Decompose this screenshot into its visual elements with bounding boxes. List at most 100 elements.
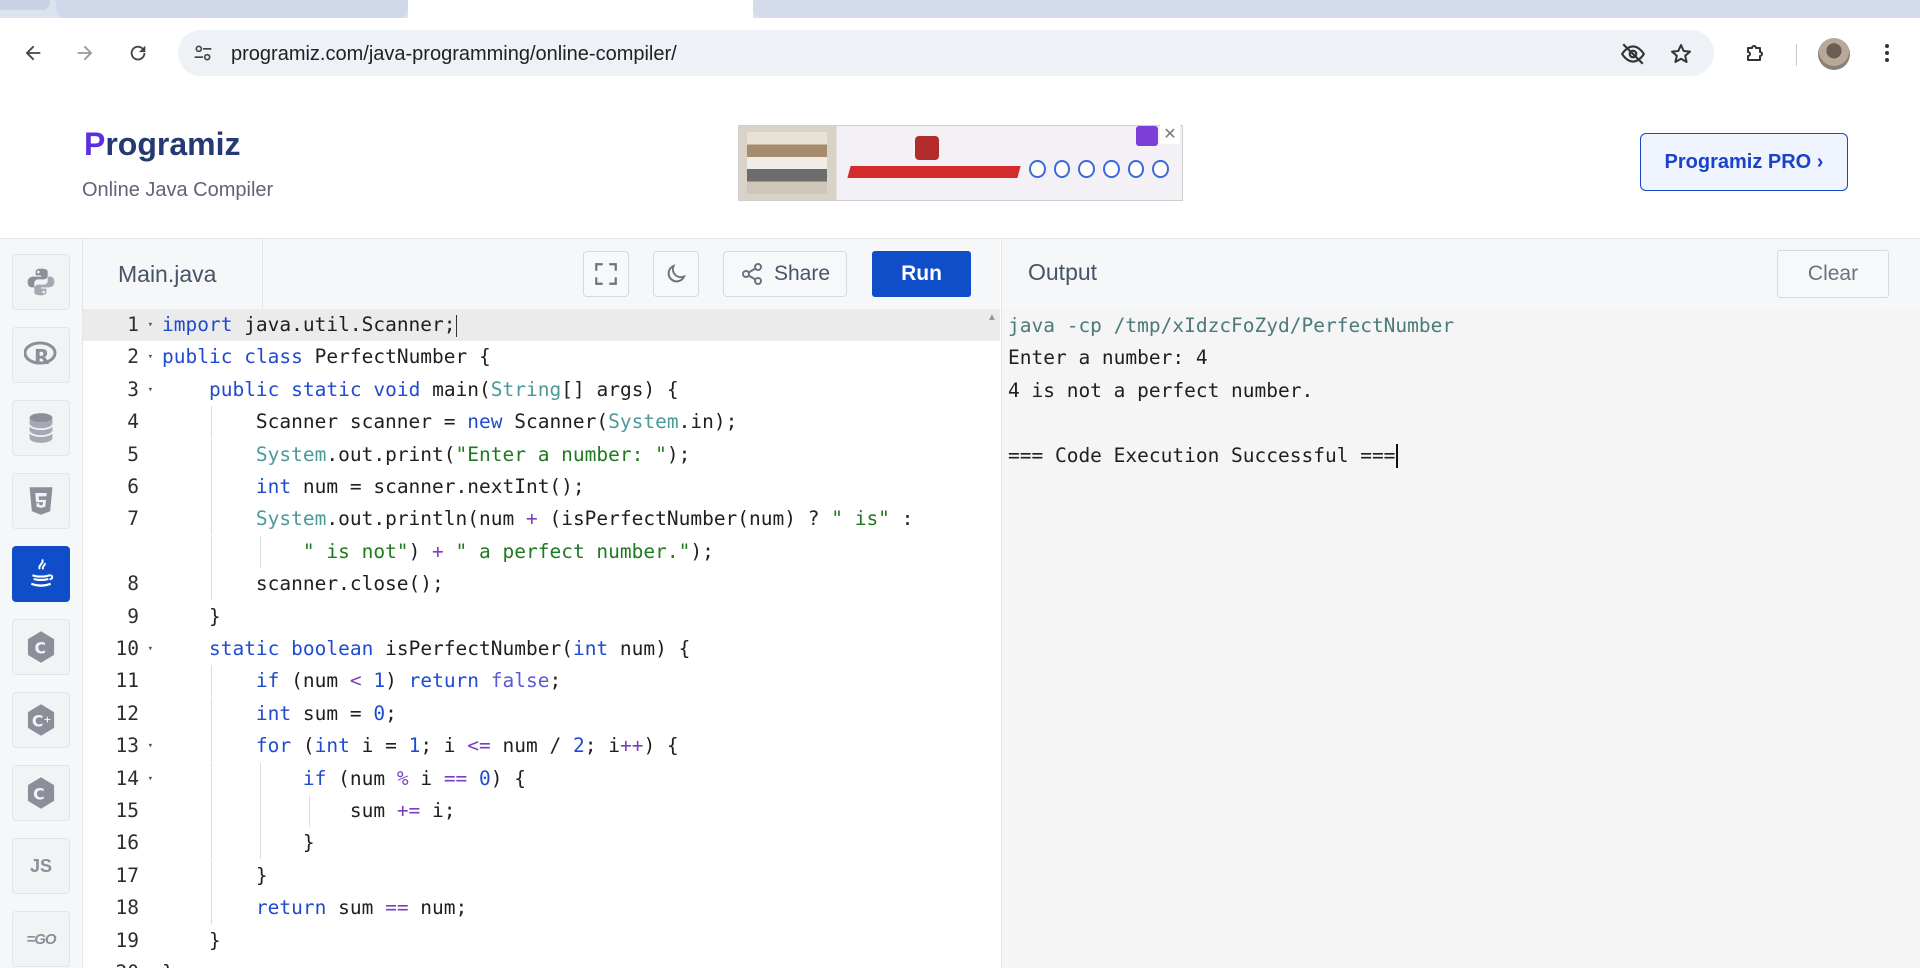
language-java[interactable]	[12, 546, 70, 602]
language-csharp[interactable]: C	[12, 765, 70, 821]
code-line[interactable]: 4 Scanner scanner = new Scanner(System.i…	[83, 406, 1000, 439]
bookmark-star-button[interactable]	[1668, 41, 1694, 67]
code-line[interactable]: 2 ▾ public class PerfectNumber {	[83, 341, 1000, 373]
programiz-logo[interactable]: Programiz	[84, 126, 240, 163]
browser-menu-button[interactable]	[1870, 36, 1904, 70]
reload-button[interactable]	[121, 36, 155, 70]
line-number[interactable]: 4	[83, 406, 159, 438]
code-text[interactable]: if (num < 1) return false;	[162, 665, 561, 697]
line-number[interactable]: 15	[83, 795, 159, 827]
address-bar[interactable]: programiz.com/java-programming/online-co…	[178, 30, 1714, 76]
line-number[interactable]: 13 ▾	[83, 730, 159, 762]
code-line[interactable]: 12 int sum = 0;	[83, 697, 1000, 730]
line-number[interactable]	[83, 536, 159, 568]
code-line[interactable]: 15 sum += i;	[83, 795, 1000, 827]
code-text[interactable]: Scanner scanner = new Scanner(System.in)…	[162, 406, 737, 438]
ad-close-icon[interactable]: ✕	[1160, 124, 1180, 144]
code-text[interactable]: public class PerfectNumber {	[162, 341, 491, 373]
share-button[interactable]: Share	[723, 251, 847, 297]
code-text[interactable]: return sum == num;	[162, 892, 467, 924]
code-line[interactable]: 14 ▾ if (num % i == 0) {	[83, 762, 1000, 795]
line-number[interactable]: 11	[83, 665, 159, 697]
site-info-icon[interactable]	[192, 43, 214, 63]
run-button[interactable]: Run	[872, 251, 971, 297]
code-line[interactable]: 9 }	[83, 601, 1000, 633]
language-sql[interactable]	[12, 400, 70, 456]
line-number[interactable]: 7	[83, 503, 159, 535]
code-line[interactable]: 19 }	[83, 925, 1000, 957]
line-number[interactable]: 2 ▾	[83, 341, 159, 373]
code-line[interactable]: 11 if (num < 1) return false;	[83, 665, 1000, 698]
line-number[interactable]: 18	[83, 892, 159, 924]
language-c[interactable]: C	[12, 619, 70, 675]
line-number[interactable]: 19	[83, 925, 159, 957]
code-text[interactable]: }	[162, 957, 174, 968]
fold-arrow-icon[interactable]: ▾	[148, 309, 153, 341]
language-cpp[interactable]: C +	[12, 692, 70, 748]
clear-button[interactable]: Clear	[1777, 250, 1889, 298]
code-text[interactable]: import java.util.Scanner;	[162, 309, 457, 341]
ad-choices-icon[interactable]	[1136, 126, 1158, 146]
programiz-pro-button[interactable]: Programiz PRO ›	[1640, 133, 1848, 191]
language-go[interactable]: =GO	[12, 911, 70, 967]
output-console[interactable]: java -cp /tmp/xIdzcFoZyd/PerfectNumber En…	[1001, 309, 1920, 968]
advertisement-banner[interactable]	[738, 125, 1183, 201]
fold-arrow-icon[interactable]: ▾	[148, 730, 153, 762]
extensions-button[interactable]	[1738, 36, 1772, 70]
code-line[interactable]: " is not") + " a perfect number.");	[83, 535, 1000, 568]
fold-arrow-icon[interactable]: ▾	[148, 763, 153, 795]
code-text[interactable]: scanner.close();	[162, 568, 444, 600]
url-text[interactable]: programiz.com/java-programming/online-co…	[231, 43, 677, 66]
file-tab[interactable]: Main.java	[83, 239, 263, 309]
code-text[interactable]: " is not") + " a perfect number.");	[162, 536, 714, 568]
back-button[interactable]	[16, 36, 50, 70]
code-text[interactable]: if (num % i == 0) {	[162, 763, 526, 795]
language-python[interactable]	[12, 254, 70, 310]
dark-mode-button[interactable]	[653, 251, 699, 297]
code-line[interactable]: 13 ▾ for (int i = 1; i <= num / 2; i++) {	[83, 730, 1000, 763]
code-text[interactable]: }	[162, 860, 268, 892]
line-number[interactable]: 5	[83, 439, 159, 471]
code-editor[interactable]: 1 ▾ import java.util.Scanner; 2 ▾ public clas…	[83, 309, 1000, 968]
code-line[interactable]: 3 ▾ public static void main(String[] args…	[83, 374, 1000, 406]
code-line[interactable]: 10 ▾ static boolean isPerfectNumber(int n…	[83, 633, 1000, 665]
code-text[interactable]: System.out.print("Enter a number: ");	[162, 439, 690, 471]
tab-search-button[interactable]	[0, 0, 50, 10]
fold-arrow-icon[interactable]: ▾	[148, 341, 153, 373]
line-number[interactable]: 20	[83, 957, 159, 968]
profile-avatar[interactable]	[1818, 38, 1850, 70]
line-number[interactable]: 1 ▾	[83, 309, 159, 341]
code-text[interactable]: }	[162, 601, 221, 633]
code-line[interactable]: 18 return sum == num;	[83, 892, 1000, 925]
language-js[interactable]: JS	[12, 838, 70, 894]
line-number[interactable]: 17	[83, 860, 159, 892]
code-text[interactable]: }	[162, 827, 315, 859]
code-text[interactable]: sum += i;	[162, 795, 456, 827]
code-text[interactable]: }	[162, 925, 221, 957]
code-text[interactable]: int num = scanner.nextInt();	[162, 471, 585, 503]
code-line[interactable]: 7 System.out.println(num + (isPerfectNum…	[83, 503, 1000, 536]
code-text[interactable]: int sum = 0;	[162, 698, 397, 730]
code-text[interactable]: public static void main(String[] args) {	[162, 374, 679, 406]
code-text[interactable]: for (int i = 1; i <= num / 2; i++) {	[162, 730, 679, 762]
forward-button[interactable]	[68, 36, 102, 70]
browser-tab-inactive[interactable]	[56, 0, 408, 18]
language-html[interactable]	[12, 473, 70, 529]
fold-arrow-icon[interactable]: ▾	[148, 633, 153, 665]
code-line[interactable]: 16 }	[83, 827, 1000, 860]
code-line[interactable]: 17 }	[83, 859, 1000, 892]
scroll-up-icon[interactable]: ▲	[987, 312, 997, 323]
line-number[interactable]: 14 ▾	[83, 763, 159, 795]
code-line[interactable]: 20}	[83, 957, 1000, 968]
code-line[interactable]: 8 scanner.close();	[83, 568, 1000, 601]
line-number[interactable]: 8	[83, 568, 159, 600]
line-number[interactable]: 12	[83, 698, 159, 730]
tracking-protection-icon[interactable]	[1620, 41, 1646, 67]
fullscreen-button[interactable]	[583, 251, 629, 297]
line-number[interactable]: 9	[83, 601, 159, 633]
code-text[interactable]: static boolean isPerfectNumber(int num) …	[162, 633, 690, 665]
line-number[interactable]: 16	[83, 827, 159, 859]
code-line[interactable]: 5 System.out.print("Enter a number: ");	[83, 438, 1000, 471]
line-number[interactable]: 10 ▾	[83, 633, 159, 665]
line-number[interactable]: 3 ▾	[83, 374, 159, 406]
